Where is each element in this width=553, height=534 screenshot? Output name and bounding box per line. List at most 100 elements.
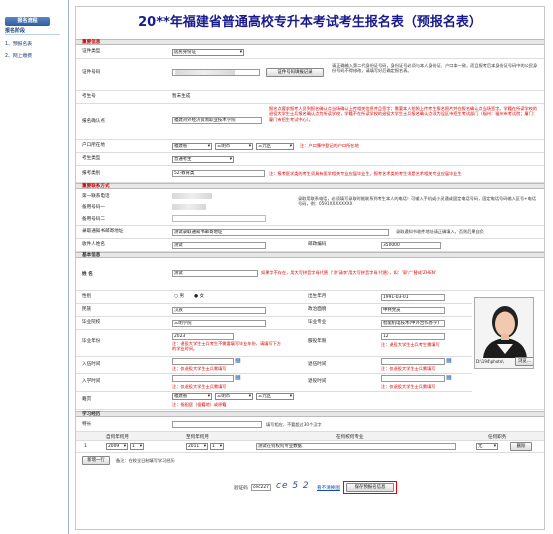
school-input[interactable]: 福建对外经济贸易职业技术学院 [172,117,262,124]
phone1-input[interactable] [172,193,212,199]
phone2-label: 备用号码一 [82,205,105,210]
id-type-select[interactable]: 居民身份证 [172,49,244,56]
grad-school-input[interactable]: 三明学院 [172,320,266,327]
photo-path: D:\194\photo\ [476,359,504,364]
row-name: 姓 名 测试 如果字不存在，用大写拼音字母代替（'涂'请李'用大写拼音字母'代替… [76,259,544,291]
row-phones: 第一联系电话 备用号码一 备用号码二 录取用联系电话，必须填写录取时能联系到考生… [76,190,544,226]
row-gender-birth: 性别 ○ 男 ● 女 出生年月 1991-03-01 [76,291,472,304]
gender-male-radio[interactable]: ○ 男 [174,293,184,299]
study-detail-input[interactable]: 测试在何校何专业数据 [256,443,456,450]
specialty-input[interactable] [172,421,262,428]
id-number-input[interactable] [172,69,260,76]
delete-row-button[interactable]: 删除 [510,442,532,451]
row-grad-year: 毕业年份 2023 注：退役大学生士兵考生不需要填写毕业年份，请填写下方的学业时… [76,330,472,357]
name-input[interactable]: 测试 [172,270,258,277]
add-row-button[interactable]: 新增一行 [82,456,110,465]
grad-year-note: 注：退役大学生士兵考生不需要填写毕业年份，请填写下方的学业时间。 [172,341,281,352]
row-captcha: 验证码 cec227 ce 5 2 看不清换图 保存预报名信息 [76,481,544,495]
enroll-calendar-icon[interactable]: ▦ [235,374,241,381]
role-select[interactable]: 无 [476,443,498,450]
row-school: 报名确认点 福建对外经济贸易职业技术学院 报名点要求报考人员到报名确认点当场确认… [76,104,544,140]
captcha-image: ce 5 2 [276,481,310,491]
id-record-button[interactable]: 证件号码填报记录 [266,68,324,77]
address-input[interactable]: 测试录取通知书邮寄地址 [172,229,389,236]
row-specialty: 特长 填写相应，不要超过30个汉字 [76,418,544,432]
zip-input[interactable]: 350000 [381,242,441,249]
phone2-input[interactable] [172,204,206,210]
row-id-number: 证件号码 证件号码填报记录 请正确输入第二代身份证号码，身份证号必须与本人身份证… [76,59,544,91]
birth-input[interactable]: 1991-03-01 [381,294,445,301]
origin-label: 籍贯 [82,397,92,402]
retire-calendar-icon[interactable]: ▦ [446,374,452,381]
address-label: 录取通知书邮寄地址 [82,229,124,234]
retire-note: 注：仅退役大学生士兵需填写 [381,384,436,389]
politics-input[interactable]: 中共党员 [381,307,445,314]
exam-category-input[interactable]: 52-教育类 [172,170,265,177]
service-years-input[interactable]: 12 [381,333,445,340]
photo-browse-button[interactable]: 浏览... [515,357,533,366]
from-year-select[interactable]: 2009 [106,443,128,450]
section-basic: 基本信息 [76,252,544,258]
gender-male-label: 男 [179,294,185,299]
recipient-input[interactable]: 测试 [172,242,266,249]
section-contact: 重要联系方式 [76,183,544,189]
origin-county-select[interactable]: 三元区 [256,393,294,400]
gender-female-radio[interactable]: ● 女 [194,293,204,299]
from-month-select[interactable]: 1 [130,443,144,450]
enlist-label: 入伍时间 [82,362,101,367]
phone3-input[interactable] [172,215,266,222]
exam-type-label: 考生类型 [82,156,101,161]
hukou-county-select[interactable]: 三元区 [256,143,294,150]
origin-note: 注：指祖居（祖籍地）或原籍 [172,402,227,407]
origin-city-select[interactable]: 三明市 [215,393,253,400]
captcha-label: 验证码 [234,486,248,491]
sidebar: 报名流程 报名阶段 1、预报名表 2、网上缴费 [0,0,69,534]
section-study: 学习经历 [76,411,544,417]
th-role: 任何职务 [488,435,507,440]
portrait-image [475,298,533,358]
enlist-note: 注：仅退役大学生士兵需填写 [172,366,227,371]
captcha-refresh-link[interactable]: 看不清换图 [317,485,340,491]
applicant-photo: D:\194\photo\ 浏览... [474,297,534,369]
hukou-city-select[interactable]: 三明市 [215,143,253,150]
to-month-select[interactable]: 1 [210,443,224,450]
captcha-input[interactable]: cec227 [251,484,271,491]
id-number-label: 证件号码 [82,70,101,75]
th-detail: 在何校何专业 [336,435,364,440]
enroll-label: 入学时间 [82,379,101,384]
major-label: 毕业专业 [308,320,327,325]
origin-province-select[interactable]: 福建省 [172,393,212,400]
row-exam-category: 报考类别 52-教育类 注：报考医学类的考生须具有医学相关专业应届毕业生，报考艺… [76,166,544,183]
sidebar-stage: 报名阶段 [5,27,60,35]
enroll-input[interactable] [172,375,234,382]
nation-input[interactable]: 汉族 [172,307,266,314]
gender-label: 性别 [82,294,92,299]
grad-year-input[interactable]: 2023 [172,333,234,340]
exam-category-note: 注：报考医学类的考生须具有医学相关专业应届毕业生，报考艺术类的考生须是艺术相关专… [269,171,462,176]
hukou-province-select[interactable]: 福建省 [172,143,212,150]
address-note: 录取通知书收件地址请正确填入，否则后果自负 [396,229,484,234]
phone1-label: 第一联系电话 [82,194,110,199]
row-school-major: 毕业院校 三明学院 毕业专业 智能机电技术(中外合作办学) [76,317,472,330]
hukou-label: 户口所在地 [82,143,105,148]
to-year-select[interactable]: 2011 [186,443,208,450]
discharge-input[interactable] [381,358,445,365]
retire-input[interactable] [381,375,445,382]
row-origin: 籍贯 福建省 三明市 三元区 注：指祖居（祖籍地）或原籍 [76,392,544,410]
sidebar-item-prereg[interactable]: 1、预报名表 [5,40,68,47]
exam-type-select[interactable]: 普通考生 [172,156,234,163]
enlist-calendar-icon[interactable]: ▦ [235,357,241,364]
exam-category-label: 报考类别 [82,171,101,176]
id-number-note: 请正确输入第二代身份证号码，身份证号必须与本人身份证、户口本一致，而且报考后本身… [332,63,538,74]
row-enroll: 入学时间 ▦ 注：仅退役大学生士兵需填写 退役时间 ▦ 注：仅退役大学生士兵需填… [76,374,472,392]
th-from: 自何年何月 [106,435,129,440]
save-button-highlight [343,481,397,494]
sidebar-item-payment[interactable]: 2、网上缴费 [5,52,68,59]
study-row: 1 2009 1 2011 1 测试在何校何专业数据 无 删除 [76,441,544,453]
major-input[interactable]: 智能机电技术(中外合作办学) [381,320,445,327]
discharge-calendar-icon[interactable]: ▦ [446,357,452,364]
name-label: 姓 名 [82,272,93,277]
registration-form: 20**年福建省普通高校专升本考试考生报名表（预报名表） 重要信息 证件类型 居… [75,6,545,530]
enlist-input[interactable] [172,358,234,365]
service-years-note: 注：退役大学生士兵考生需填写 [381,342,440,347]
